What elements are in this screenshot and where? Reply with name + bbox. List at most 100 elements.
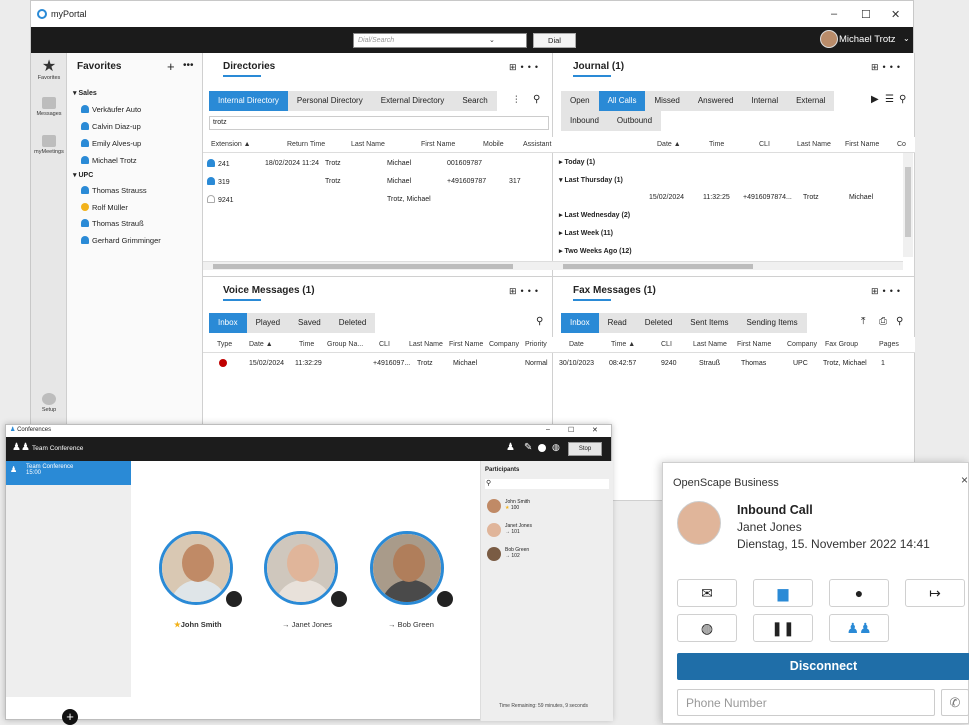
favorite-item[interactable]: Rolf Müller <box>81 203 128 212</box>
search-icon[interactable]: ⚲ <box>899 94 906 105</box>
table-row[interactable]: 15/02/2024 11:32:29 +4916097... Trotz Mi… <box>203 355 553 371</box>
search-icon[interactable]: ⚲ <box>896 316 903 327</box>
col-cli[interactable]: CLI <box>759 141 770 148</box>
maximize-button[interactable]: ☐ <box>568 426 574 434</box>
col-date[interactable]: Date ▲ <box>249 341 273 348</box>
participant-entry[interactable]: John Smith ★ 100 <box>505 499 530 511</box>
globe-icon[interactable]: ◍ <box>552 442 560 453</box>
col-first-name[interactable]: First Name <box>845 141 879 148</box>
record-button[interactable]: ● <box>829 579 889 607</box>
col-date[interactable]: Date ▲ <box>657 141 681 148</box>
col-first-name[interactable]: First Name <box>449 341 483 348</box>
horizontal-scrollbar[interactable] <box>203 261 553 270</box>
minimize-button[interactable]: – <box>546 426 550 433</box>
close-icon[interactable]: × <box>961 473 968 487</box>
col-first-name[interactable]: First Name <box>421 141 455 148</box>
upload-icon[interactable]: ⤒ <box>861 316 865 327</box>
col-last-name[interactable]: Last Name <box>797 141 831 148</box>
sidebar-item-messages[interactable]: Messages <box>31 97 67 117</box>
panel-icons[interactable]: ⊞••• <box>871 62 904 73</box>
col-cli[interactable]: CLI <box>661 341 672 348</box>
tab-internal-directory[interactable]: Internal Directory <box>209 91 288 111</box>
tab-deleted[interactable]: Deleted <box>636 313 682 333</box>
print-icon[interactable]: ⎙ <box>879 316 887 327</box>
panel-icons[interactable]: ⊞••• <box>509 286 542 297</box>
table-row[interactable]: 9241 Trotz, Michael <box>203 191 553 207</box>
group-last-wednesday[interactable]: ▸ Last Wednesday (2) <box>559 211 630 219</box>
browser-button[interactable]: ◍ <box>677 614 737 642</box>
tab-all-calls[interactable]: All Calls <box>598 91 646 111</box>
minimize-button[interactable]: – <box>831 8 837 20</box>
sidebar-item-mymeetings[interactable]: myMeetings <box>31 135 67 155</box>
mute-icon[interactable] <box>435 589 455 609</box>
col-group[interactable]: Group Na... <box>327 341 363 348</box>
tab-saved[interactable]: Saved <box>289 313 330 333</box>
tab-personal-directory[interactable]: Personal Directory <box>288 91 372 111</box>
participant-entry[interactable]: Janet Jones → 101 <box>505 523 532 535</box>
participants-icon[interactable]: ♟ <box>506 442 515 453</box>
tab-external-directory[interactable]: External Directory <box>372 91 454 111</box>
tab-sent-items[interactable]: Sent Items <box>681 313 737 333</box>
more-icon[interactable]: ••• <box>183 60 194 71</box>
tab-played[interactable]: Played <box>247 313 289 333</box>
transfer-button[interactable]: ↦ <box>905 579 965 607</box>
export-icon[interactable]: ▶ <box>871 94 879 105</box>
favorite-item[interactable]: Thomas Strauss <box>81 186 147 195</box>
conference-button[interactable]: ♟♟ <box>829 614 889 642</box>
dial-search-input[interactable]: Dial/Search <box>353 33 527 48</box>
col-assistant[interactable]: Assistant <box>523 141 551 148</box>
tab-missed[interactable]: Missed <box>645 91 688 111</box>
close-button[interactable]: ✕ <box>592 426 598 434</box>
participant-search-input[interactable]: ⚲ <box>485 479 609 489</box>
tab-inbound[interactable]: Inbound <box>561 111 608 131</box>
table-row[interactable]: 241 18/02/2024 11:24 Trotz Michael 00160… <box>203 155 553 171</box>
horizontal-scrollbar[interactable] <box>553 261 903 270</box>
conference-list-item[interactable]: ♟ Team Conference 15:00 <box>6 461 131 485</box>
tab-inbox[interactable]: Inbox <box>209 313 247 333</box>
col-time[interactable]: Time <box>299 341 314 348</box>
call-button[interactable]: ✆ <box>941 689 969 716</box>
col-time[interactable]: Time ▲ <box>611 341 635 348</box>
directory-filter-input[interactable]: trotz <box>209 116 549 130</box>
col-fax-group[interactable]: Fax Group <box>825 341 858 348</box>
col-last-name[interactable]: Last Name <box>351 141 385 148</box>
table-row[interactable]: 30/10/2023 08:42:57 9240 Strauß Thomas U… <box>553 355 915 371</box>
email-button[interactable]: ✉ <box>677 579 737 607</box>
favorite-item[interactable]: Thomas Strauß <box>81 219 144 228</box>
col-time[interactable]: Time <box>709 141 724 148</box>
record-icon[interactable] <box>538 444 546 452</box>
tab-sending-items[interactable]: Sending Items <box>738 313 807 333</box>
col-pages[interactable]: Pages <box>879 341 899 348</box>
favorite-item[interactable]: Verkäufer Auto <box>81 105 141 114</box>
group-two-weeks-ago[interactable]: ▸ Two Weeks Ago (12) <box>559 247 632 255</box>
col-date[interactable]: Date <box>569 341 584 348</box>
panel-icons[interactable]: ⊞••• <box>509 62 542 73</box>
col-priority[interactable]: Priority <box>525 341 547 348</box>
panel-icons[interactable]: ⊞••• <box>871 286 904 297</box>
search-icon[interactable]: ⚲ <box>536 316 543 327</box>
tab-read[interactable]: Read <box>599 313 636 333</box>
col-last-name[interactable]: Last Name <box>409 341 443 348</box>
close-button[interactable]: ✕ <box>891 8 900 21</box>
col-cli[interactable]: CLI <box>379 341 390 348</box>
stop-button[interactable]: Stop <box>568 442 602 456</box>
mute-icon[interactable] <box>329 589 349 609</box>
col-extension[interactable]: Extension ▲ <box>211 141 251 148</box>
search-icon[interactable]: ⚲ <box>533 94 540 105</box>
vertical-scrollbar[interactable] <box>903 153 913 257</box>
disconnect-button[interactable]: Disconnect <box>677 653 969 680</box>
filter-icon[interactable]: ⫶ <box>515 95 518 106</box>
phone-number-input[interactable]: Phone Number <box>677 689 935 716</box>
col-company[interactable]: Company <box>787 341 817 348</box>
favorite-item[interactable]: Emily Alves-up <box>81 139 141 148</box>
sidebar-item-setup[interactable]: Setup <box>31 393 67 413</box>
tab-open[interactable]: Open <box>561 91 599 111</box>
participant-entry[interactable]: Bob Green → 102 <box>505 547 529 559</box>
group-sales[interactable]: ▾ Sales <box>73 89 97 97</box>
user-menu-chevron-icon[interactable]: ⌄ <box>903 34 910 43</box>
col-company[interactable]: Co <box>897 141 906 148</box>
add-conference-button[interactable]: + <box>62 709 78 725</box>
col-type[interactable]: Type <box>217 341 232 348</box>
tab-external[interactable]: External <box>787 91 834 111</box>
favorite-item[interactable]: Calvin Diaz-up <box>81 122 141 131</box>
